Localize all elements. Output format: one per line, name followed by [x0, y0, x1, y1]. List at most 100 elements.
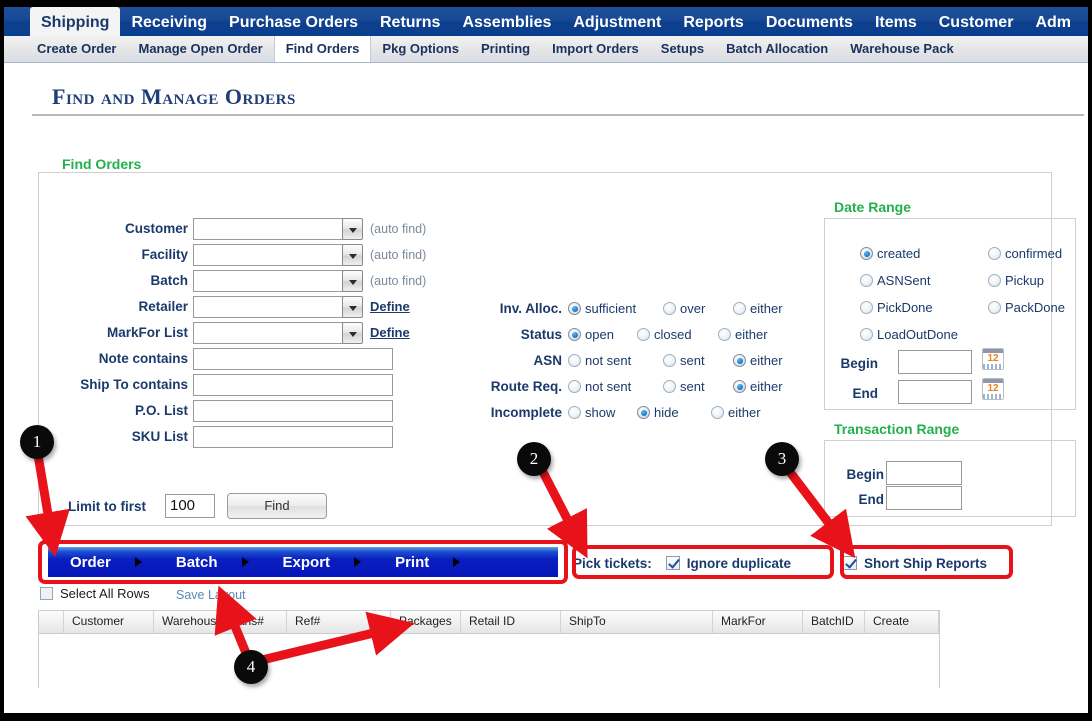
- radio-route-req-sent[interactable]: [663, 380, 676, 393]
- grid-column-header-select[interactable]: [39, 611, 64, 633]
- radio-text-incomplete-show[interactable]: show: [585, 405, 615, 420]
- dropdown-arrow-icon-facility[interactable]: [342, 244, 363, 266]
- radio-text-asn-either[interactable]: either: [750, 353, 783, 368]
- input-sku-list[interactable]: [193, 426, 393, 448]
- grid-column-header-packages[interactable]: Packages: [391, 611, 461, 633]
- mainnav-tab-reports[interactable]: Reports: [672, 7, 754, 36]
- grid-column-header-ref-[interactable]: Ref#: [287, 611, 391, 633]
- input-note-contains[interactable]: [193, 348, 393, 370]
- mainnav-tab-adm[interactable]: Adm: [1024, 7, 1082, 36]
- input-facility[interactable]: [193, 244, 343, 266]
- grid-column-header-shipto[interactable]: ShipTo: [561, 611, 713, 633]
- radio-asn-either[interactable]: [733, 354, 746, 367]
- transaction-end-input[interactable]: [886, 486, 962, 510]
- radio-text-asn-not-sent[interactable]: not sent: [585, 353, 631, 368]
- radio-text-asn-sent[interactable]: sent: [680, 353, 705, 368]
- transaction-begin-input[interactable]: [886, 461, 962, 485]
- toolbar-menu-print[interactable]: Print: [395, 554, 461, 571]
- results-grid-body[interactable]: [39, 634, 939, 688]
- grid-column-header-warehouse[interactable]: Warehouse: [154, 611, 219, 633]
- mainnav-tab-assemblies[interactable]: Assemblies: [451, 7, 562, 36]
- chevron-right-icon[interactable]: [241, 557, 249, 567]
- toolbar-menu-export[interactable]: Export: [283, 554, 362, 571]
- date-range-text-pickup[interactable]: Pickup: [1005, 273, 1044, 288]
- radio-incomplete-hide[interactable]: [637, 406, 650, 419]
- subnav-tab-import-orders[interactable]: Import Orders: [541, 36, 650, 62]
- radio-route-req-not-sent[interactable]: [568, 380, 581, 393]
- input-markfor-list[interactable]: [193, 322, 343, 344]
- dropdown-arrow-icon-retailer[interactable]: [342, 296, 363, 318]
- mainnav-tab-documents[interactable]: Documents: [755, 7, 864, 36]
- radio-route-req-either[interactable]: [733, 380, 746, 393]
- dropdown-arrow-icon-customer[interactable]: [342, 218, 363, 240]
- grid-column-header-batchid[interactable]: BatchID: [803, 611, 865, 633]
- date-range-text-packdone[interactable]: PackDone: [1005, 300, 1065, 315]
- date-range-text-asnsent[interactable]: ASNSent: [877, 273, 930, 288]
- radio-text-incomplete-either[interactable]: either: [728, 405, 761, 420]
- toolbar-menu-order[interactable]: Order: [70, 554, 142, 571]
- subnav-tab-pkg-options[interactable]: Pkg Options: [371, 36, 470, 62]
- radio-status-closed[interactable]: [637, 328, 650, 341]
- input-batch[interactable]: [193, 270, 343, 292]
- define-link-markfor-list[interactable]: Define: [370, 325, 410, 340]
- radio-incomplete-either[interactable]: [711, 406, 724, 419]
- ignore-duplicate-checkbox[interactable]: [665, 556, 680, 570]
- radio-text-status-closed[interactable]: closed: [654, 327, 692, 342]
- radio-inv-alloc-either[interactable]: [733, 302, 746, 315]
- date-range-radio-loadoutdone[interactable]: [860, 328, 873, 341]
- find-button[interactable]: Find: [227, 493, 327, 519]
- subnav-tab-warehouse-pack[interactable]: Warehouse Pack: [839, 36, 965, 62]
- radio-text-route-req-not-sent[interactable]: not sent: [585, 379, 631, 394]
- grid-column-header-markfor[interactable]: MarkFor: [713, 611, 803, 633]
- grid-column-header-customer[interactable]: Customer: [64, 611, 154, 633]
- radio-inv-alloc-over[interactable]: [663, 302, 676, 315]
- mainnav-tab-shipping[interactable]: Shipping: [30, 7, 121, 36]
- date-range-radio-packdone[interactable]: [988, 301, 1001, 314]
- subnav-tab-setups[interactable]: Setups: [650, 36, 715, 62]
- subnav-tab-create-order[interactable]: Create Order: [26, 36, 127, 62]
- subnav-tab-find-orders[interactable]: Find Orders: [273, 36, 372, 62]
- mainnav-tab-returns[interactable]: Returns: [369, 7, 451, 36]
- grid-column-header-trans-[interactable]: Trans#: [219, 611, 287, 633]
- mainnav-tab-purchase-orders[interactable]: Purchase Orders: [218, 7, 369, 36]
- calendar-icon[interactable]: 12: [982, 348, 1004, 370]
- toolbar-menu-batch[interactable]: Batch: [176, 554, 249, 571]
- date-range-radio-asnsent[interactable]: [860, 274, 873, 287]
- input-ship-to-contains[interactable]: [193, 374, 393, 396]
- date-end-input[interactable]: [898, 380, 972, 404]
- mainnav-tab-adjustment[interactable]: Adjustment: [562, 7, 672, 36]
- mainnav-tab-receiving[interactable]: Receiving: [120, 7, 218, 36]
- dropdown-arrow-icon-markfor-list[interactable]: [342, 322, 363, 344]
- chevron-right-icon[interactable]: [134, 557, 142, 567]
- date-range-text-pickdone[interactable]: PickDone: [877, 300, 933, 315]
- radio-incomplete-show[interactable]: [568, 406, 581, 419]
- radio-text-inv-alloc-sufficient[interactable]: sufficient: [585, 301, 636, 316]
- radio-text-route-req-sent[interactable]: sent: [680, 379, 705, 394]
- limit-to-first-input[interactable]: 100: [165, 494, 215, 518]
- save-layout-link[interactable]: Save Layout: [176, 588, 246, 602]
- subnav-tab-printing[interactable]: Printing: [470, 36, 541, 62]
- radio-text-status-either[interactable]: either: [735, 327, 768, 342]
- date-range-text-created[interactable]: created: [877, 246, 920, 261]
- radio-text-inv-alloc-over[interactable]: over: [680, 301, 705, 316]
- chevron-right-icon[interactable]: [453, 557, 461, 567]
- date-range-text-loadoutdone[interactable]: LoadOutDone: [877, 327, 958, 342]
- input-retailer[interactable]: [193, 296, 343, 318]
- date-range-radio-confirmed[interactable]: [988, 247, 1001, 260]
- chevron-right-icon[interactable]: [354, 557, 362, 567]
- date-range-text-confirmed[interactable]: confirmed: [1005, 246, 1062, 261]
- date-range-radio-pickdone[interactable]: [860, 301, 873, 314]
- input-p-o-list[interactable]: [193, 400, 393, 422]
- radio-status-open[interactable]: [568, 328, 581, 341]
- select-all-rows-checkbox[interactable]: [40, 587, 53, 600]
- mainnav-tab-customer[interactable]: Customer: [928, 7, 1025, 36]
- radio-asn-sent[interactable]: [663, 354, 676, 367]
- date-begin-input[interactable]: [898, 350, 972, 374]
- subnav-tab-manage-open-order[interactable]: Manage Open Order: [127, 36, 273, 62]
- define-link-retailer[interactable]: Define: [370, 299, 410, 314]
- grid-column-header-create[interactable]: Create: [865, 611, 939, 633]
- dropdown-arrow-icon-batch[interactable]: [342, 270, 363, 292]
- date-range-radio-pickup[interactable]: [988, 274, 1001, 287]
- radio-asn-not-sent[interactable]: [568, 354, 581, 367]
- radio-text-status-open[interactable]: open: [585, 327, 614, 342]
